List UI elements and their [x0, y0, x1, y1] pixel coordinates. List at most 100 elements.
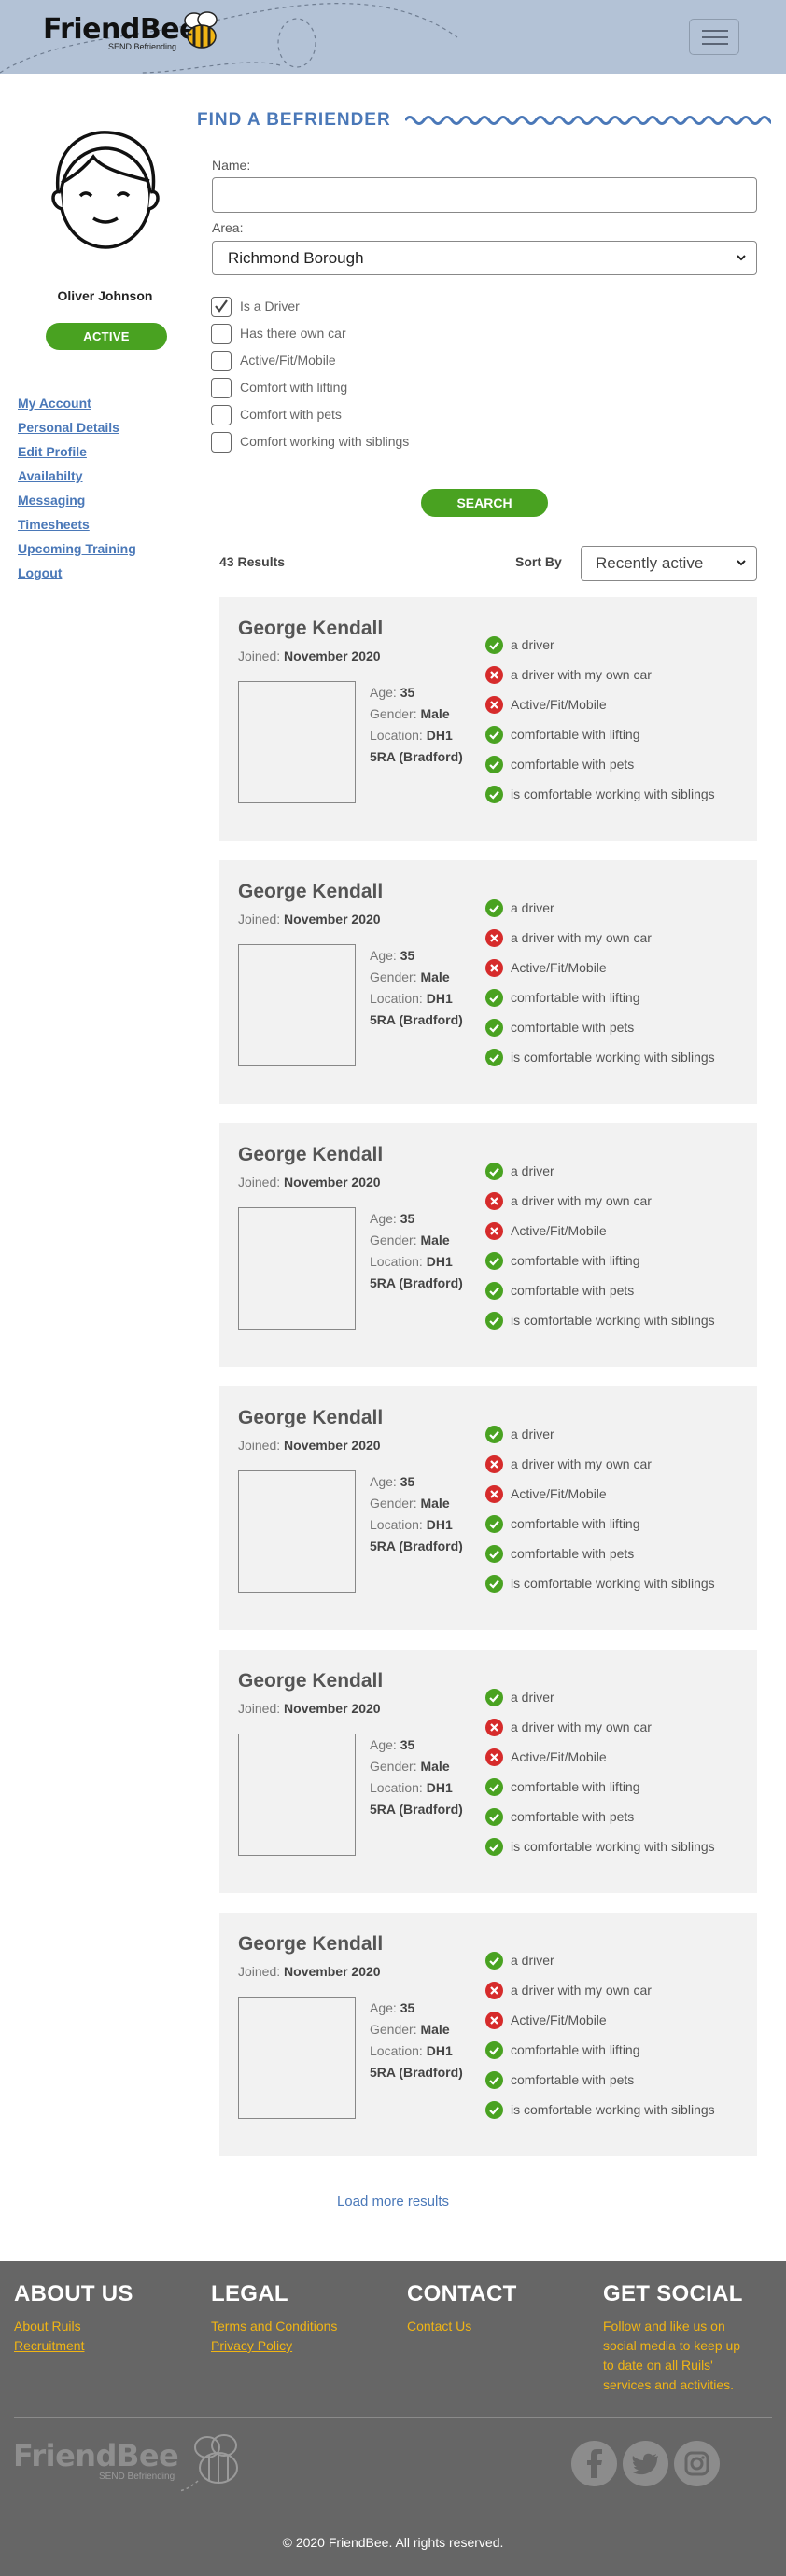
- age-label: Age:: [370, 948, 397, 963]
- attribute-label: is comfortable working with siblings: [511, 1313, 715, 1328]
- befriender-name[interactable]: George Kendall: [238, 1670, 383, 1692]
- age-label: Age:: [370, 2000, 397, 2015]
- cross-circle-icon: [485, 1719, 503, 1736]
- befriender-card[interactable]: George Kendall Joined: November 2020 Age: …: [219, 1386, 757, 1630]
- nav-upcoming-training[interactable]: Upcoming Training: [18, 538, 136, 563]
- filter-checkbox-label: Is a Driver: [240, 299, 300, 313]
- footer-logo[interactable]: FriendBee SEND Befriending: [13, 2434, 238, 2492]
- gender-line: Gender: Male: [370, 703, 472, 725]
- load-more-link[interactable]: Load more results: [0, 2193, 786, 2209]
- profile-name: Oliver Johnson: [57, 288, 153, 303]
- befriender-name[interactable]: George Kendall: [238, 1407, 383, 1429]
- attribute-label: comfortable with pets: [511, 1546, 635, 1561]
- check-circle-icon: [485, 1545, 503, 1563]
- befriender-name[interactable]: George Kendall: [238, 881, 383, 903]
- site-header: FriendBee SEND Befriending: [0, 0, 786, 74]
- nav-timesheets[interactable]: Timesheets: [18, 514, 136, 538]
- name-input[interactable]: [212, 177, 757, 213]
- footer-legal-heading: LEGAL: [211, 2281, 288, 2306]
- filter-checkbox[interactable]: [211, 297, 232, 317]
- check-circle-icon: [485, 1312, 503, 1330]
- filter-checkbox[interactable]: [211, 324, 232, 344]
- nav-edit-profile[interactable]: Edit Profile: [18, 441, 136, 466]
- gender-label: Gender:: [370, 1496, 417, 1511]
- footer-link-about-ruils[interactable]: About Ruils: [14, 2317, 133, 2336]
- instagram-button[interactable]: [674, 2441, 720, 2486]
- attribute-label: comfortable with lifting: [511, 1779, 640, 1794]
- attribute-label: Active/Fit/Mobile: [511, 697, 607, 712]
- attribute-label: a driver with my own car: [511, 1193, 652, 1208]
- attribute-label: Active/Fit/Mobile: [511, 1749, 607, 1764]
- attribute-label: Active/Fit/Mobile: [511, 960, 607, 975]
- location-line: Location: DH1 5RA (Bradford): [370, 725, 472, 768]
- footer-link-privacy[interactable]: Privacy Policy: [211, 2336, 337, 2356]
- gender-label: Gender:: [370, 1759, 417, 1774]
- befriender-card[interactable]: George Kendall Joined: November 2020 Age: …: [219, 597, 757, 841]
- joined-value: November 2020: [284, 1438, 381, 1453]
- footer-link-terms[interactable]: Terms and Conditions: [211, 2317, 337, 2336]
- site-logo[interactable]: FriendBee SEND Befriending: [43, 11, 218, 51]
- age-line: Age: 35: [370, 945, 472, 967]
- attribute-label: comfortable with pets: [511, 1283, 635, 1298]
- gender-line: Gender: Male: [370, 1230, 472, 1251]
- facebook-button[interactable]: [571, 2441, 617, 2486]
- footer-link-recruitment[interactable]: Recruitment: [14, 2336, 133, 2356]
- befriender-photo: [238, 944, 356, 1066]
- hamburger-menu-button[interactable]: [689, 19, 739, 55]
- attribute-label: is comfortable working with siblings: [511, 1576, 715, 1591]
- attribute-item: a driver with my own car: [485, 1454, 747, 1474]
- joined-date: Joined: November 2020: [238, 1438, 381, 1453]
- hamburger-line: [702, 43, 728, 45]
- joined-value: November 2020: [284, 912, 381, 926]
- filter-checkbox[interactable]: [211, 405, 232, 425]
- attribute-item: comfortable with lifting: [485, 1513, 747, 1534]
- filter-checkbox[interactable]: [211, 351, 232, 371]
- check-circle-icon: [485, 1515, 503, 1533]
- sort-select[interactable]: Recently active: [581, 546, 757, 581]
- cross-circle-icon: [485, 2012, 503, 2029]
- age-line: Age: 35: [370, 1734, 472, 1756]
- gender-label: Gender:: [370, 2022, 417, 2037]
- nav-personal-details[interactable]: Personal Details: [18, 417, 136, 441]
- logo-subtitle: SEND Befriending: [108, 42, 177, 51]
- filter-checkbox[interactable]: [211, 432, 232, 453]
- cross-circle-icon: [485, 1982, 503, 1999]
- nav-logout[interactable]: Logout: [18, 563, 136, 587]
- befriender-name[interactable]: George Kendall: [238, 618, 383, 640]
- check-circle-icon: [485, 1019, 503, 1037]
- befriender-info: Age: 35 Gender: Male Location: DH1 5RA (Br…: [370, 1208, 472, 1294]
- gender-label: Gender:: [370, 1232, 417, 1247]
- befriender-card[interactable]: George Kendall Joined: November 2020 Age: …: [219, 1650, 757, 1893]
- avatar: [51, 131, 160, 249]
- befriender-info: Age: 35 Gender: Male Location: DH1 5RA (Br…: [370, 1998, 472, 2083]
- befriender-card[interactable]: George Kendall Joined: November 2020 Age: …: [219, 1123, 757, 1367]
- nav-my-account[interactable]: My Account: [18, 393, 136, 417]
- attribute-item: is comfortable working with siblings: [485, 784, 747, 804]
- footer-legal: LEGAL Terms and Conditions Privacy Polic…: [211, 2281, 337, 2356]
- age-label: Age:: [370, 1737, 397, 1752]
- attribute-label: is comfortable working with siblings: [511, 787, 715, 801]
- twitter-button[interactable]: [623, 2441, 668, 2486]
- attribute-item: a driver with my own car: [485, 1191, 747, 1211]
- befriender-card[interactable]: George Kendall Joined: November 2020 Age: …: [219, 860, 757, 1104]
- befriender-name[interactable]: George Kendall: [238, 1933, 383, 1956]
- attribute-label: a driver with my own car: [511, 1456, 652, 1471]
- filter-checkbox[interactable]: [211, 378, 232, 398]
- attribute-item: is comfortable working with siblings: [485, 1047, 747, 1067]
- befriender-card[interactable]: George Kendall Joined: November 2020 Age: …: [219, 1913, 757, 2156]
- check-circle-icon: [485, 1952, 503, 1970]
- attribute-item: a driver: [485, 898, 747, 918]
- befriender-name[interactable]: George Kendall: [238, 1144, 383, 1166]
- footer-link-contact[interactable]: Contact Us: [407, 2317, 517, 2336]
- footer-social-heading: GET SOCIAL: [603, 2281, 743, 2306]
- nav-messaging[interactable]: Messaging: [18, 490, 136, 514]
- location-line: Location: DH1 5RA (Bradford): [370, 2040, 472, 2083]
- nav-availability[interactable]: Availabilty: [18, 466, 136, 490]
- attribute-label: a driver with my own car: [511, 1983, 652, 1998]
- search-button[interactable]: SEARCH: [421, 489, 548, 517]
- attribute-item: a driver: [485, 634, 747, 655]
- gender-line: Gender: Male: [370, 2019, 472, 2040]
- area-select[interactable]: Richmond Borough: [212, 241, 757, 275]
- footer-logo-subtitle: SEND Befriending: [99, 2472, 175, 2482]
- joined-label: Joined:: [238, 1701, 281, 1716]
